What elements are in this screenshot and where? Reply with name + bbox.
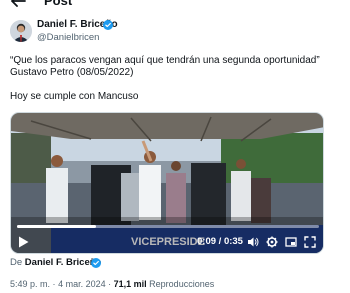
post-meta: 5:49 p. m. · 4 mar. 2024 · 71,1 mil Repr… bbox=[10, 279, 214, 290]
view-count: 71,1 mil bbox=[113, 279, 147, 289]
view-count-label: Reproducciones bbox=[149, 279, 215, 289]
tweet-line-quote: “Que los paracos vengan aquí que tendrán… bbox=[10, 55, 320, 66]
post-time[interactable]: 5:49 p. m. bbox=[10, 279, 50, 289]
video-player[interactable]: VICEPRESIDE 0:09 / 0:35 bbox=[10, 112, 324, 254]
verified-icon bbox=[103, 20, 113, 30]
source-attribution: De Daniel F. Briceño bbox=[10, 257, 101, 269]
source-prefix: De bbox=[10, 257, 23, 268]
video-frame: VICEPRESIDE bbox=[11, 113, 323, 253]
meta-separator: · bbox=[52, 279, 56, 289]
source-author-name[interactable]: Daniel F. Briceño bbox=[25, 257, 102, 268]
verified-icon bbox=[91, 258, 101, 268]
top-bar: Post bbox=[0, 0, 350, 12]
video-progress-fill bbox=[17, 225, 96, 228]
play-icon[interactable] bbox=[18, 236, 29, 248]
meta-separator: · bbox=[108, 279, 112, 289]
video-time: 0:09 / 0:35 bbox=[197, 236, 243, 248]
video-progress-bar[interactable] bbox=[17, 225, 319, 228]
tweet-line-comment: Hoy se cumple con Mancuso bbox=[10, 91, 139, 102]
author-handle[interactable]: @Danielbricen bbox=[37, 32, 99, 44]
post-date[interactable]: 4 mar. 2024 bbox=[58, 279, 106, 289]
avatar[interactable] bbox=[10, 20, 32, 42]
picture-in-picture-icon[interactable] bbox=[285, 236, 297, 248]
tweet-text: “Que los paracos vengan aquí que tendrán… bbox=[10, 55, 340, 103]
settings-icon[interactable] bbox=[266, 236, 278, 248]
video-total: 0:35 bbox=[223, 236, 243, 247]
tweet-line-attribution: Gustavo Petro (08/05/2022) bbox=[10, 67, 134, 78]
back-arrow-icon[interactable] bbox=[10, 0, 26, 8]
volume-icon[interactable] bbox=[247, 236, 259, 248]
fullscreen-icon[interactable] bbox=[304, 236, 316, 248]
video-time-separator: / bbox=[218, 236, 222, 247]
page-title: Post bbox=[44, 0, 73, 8]
video-elapsed: 0:09 bbox=[197, 236, 217, 247]
